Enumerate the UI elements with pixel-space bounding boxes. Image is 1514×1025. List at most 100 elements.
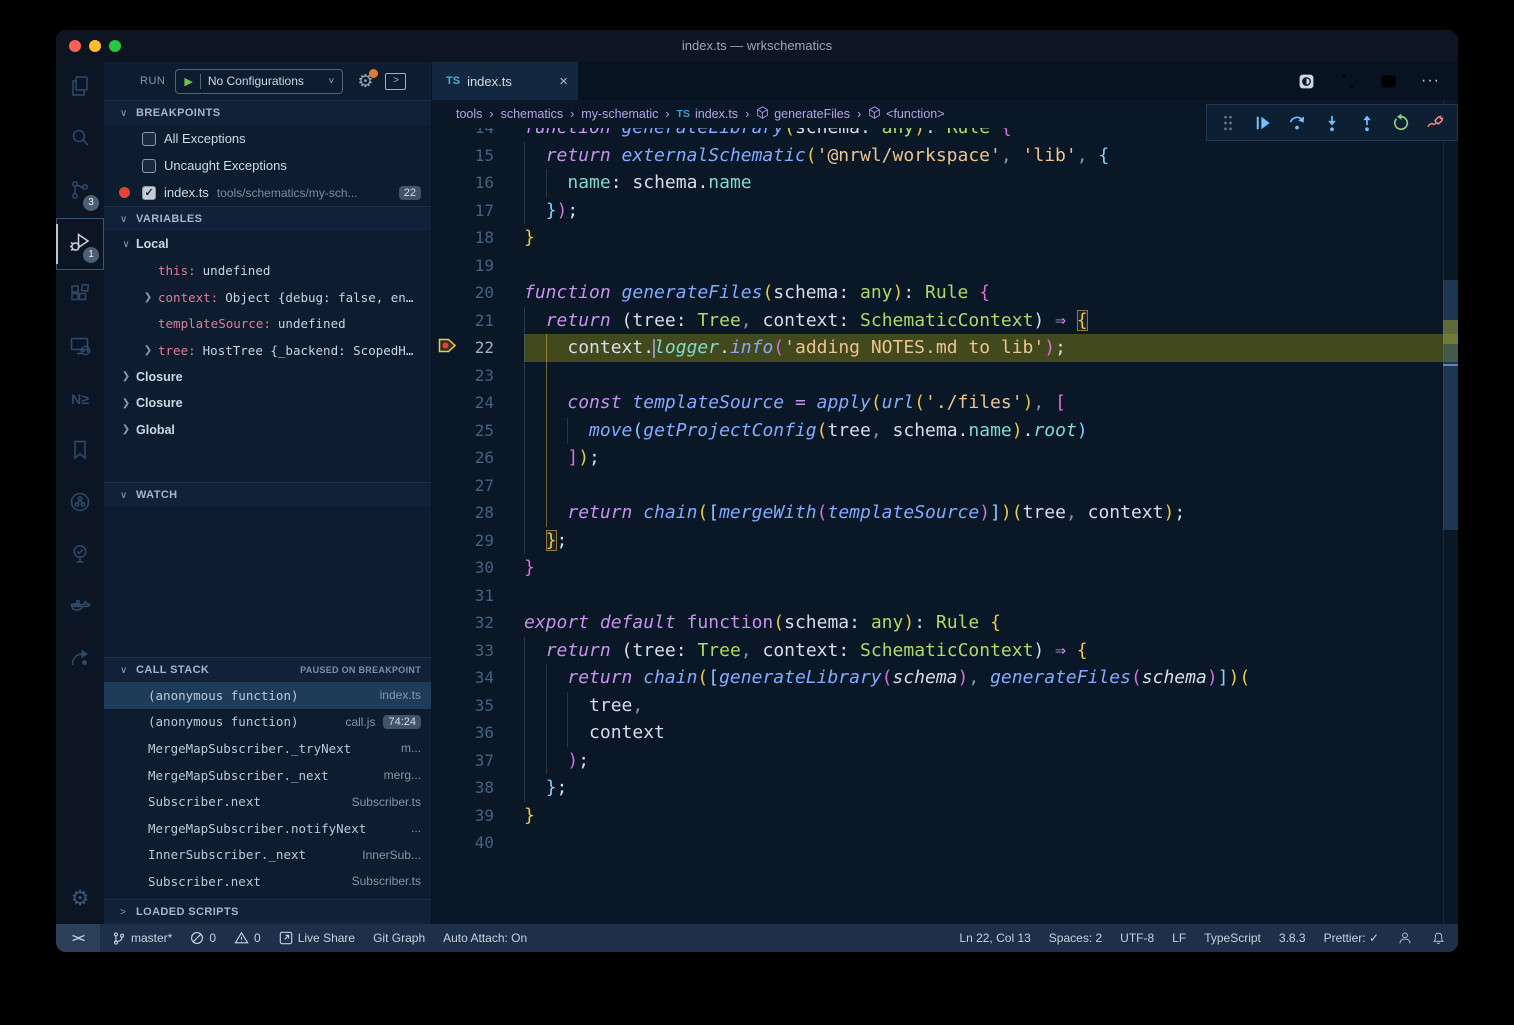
launch-configuration-dropdown[interactable]: ▶ No Configurations ˅ [175,69,343,94]
more-actions-icon[interactable]: ··· [1421,72,1440,90]
gutter[interactable]: 24 [432,389,524,417]
gutter[interactable]: 15 [432,142,524,170]
activity-item-search[interactable] [56,114,104,166]
split-editor-icon[interactable] [1380,73,1397,90]
gutter[interactable]: 28 [432,499,524,527]
drag-handle-icon[interactable] [1213,108,1243,138]
code-editor[interactable]: 14function generateLibrary(schema: any):… [432,100,1458,924]
gutter[interactable]: 29 [432,527,524,555]
status-item-eol[interactable]: LF [1172,931,1186,945]
remote-indicator[interactable]: >< [56,924,100,952]
activity-item-source-control[interactable]: 3 [56,166,104,218]
breakpoint-row[interactable]: index.tstools/schematics/my-sch...22 [104,179,431,206]
gutter[interactable]: 16 [432,169,524,197]
breakpoint-row[interactable]: Uncaught Exceptions [104,152,431,179]
breadcrumb-item[interactable]: tools [456,107,482,121]
activity-item-docker[interactable] [56,582,104,634]
gutter[interactable]: 33 [432,637,524,665]
gutter[interactable]: 40 [432,829,524,857]
open-changes-icon[interactable] [1298,73,1315,90]
stack-frame-row[interactable]: MergeMapSubscriber._nextmerg... [104,762,431,789]
gutter[interactable]: 35 [432,692,524,720]
status-item-cursor-position[interactable]: Ln 22, Col 13 [959,931,1030,945]
watch-section-header[interactable]: ∨ WATCH [104,482,431,507]
gutter[interactable]: 22 [432,334,524,362]
gutter[interactable]: 39 [432,802,524,830]
gutter[interactable]: 32 [432,609,524,637]
variable-row[interactable]: ❯Closure [104,390,431,417]
status-item-git-graph[interactable]: Git Graph [373,931,425,945]
status-item-indentation[interactable]: Spaces: 2 [1049,931,1102,945]
status-item-notifications[interactable] [1431,931,1446,946]
step-into-button[interactable] [1317,108,1347,138]
disconnect-button[interactable] [1421,108,1451,138]
activity-item-remote-explorer[interactable] [56,322,104,374]
close-tab-icon[interactable]: × [559,73,568,90]
breadcrumb-item[interactable]: generateFiles [756,106,850,122]
breadcrumb-item[interactable]: schematics [501,107,564,121]
status-item-live-share[interactable]: Live Share [279,931,355,945]
status-item-feedback[interactable] [1397,930,1413,946]
gutter[interactable]: 38 [432,774,524,802]
loaded-scripts-section-header[interactable]: > LOADED SCRIPTS [104,899,431,924]
activity-item-todo-tree[interactable] [56,530,104,582]
call-stack-section-header[interactable]: ∨ CALL STACK PAUSED ON BREAKPOINT [104,657,431,682]
gutter[interactable]: 36 [432,719,524,747]
breakpoint-checkbox[interactable] [142,159,156,173]
step-over-button[interactable] [1282,108,1312,138]
breakpoint-checkbox[interactable] [142,186,156,200]
variable-row[interactable]: ❯tree:HostTree {_backend: ScopedH… [104,337,431,364]
status-item-auto-attach[interactable]: Auto Attach: On [443,931,527,945]
tab-index-ts[interactable]: TS index.ts × [432,62,578,100]
status-item-warnings[interactable]: 0 [234,931,261,945]
activity-item-extensions[interactable] [56,270,104,322]
gutter[interactable]: 30 [432,554,524,582]
debug-console-icon[interactable]: > [385,73,406,90]
breadcrumb-item[interactable]: TSindex.ts [677,107,739,121]
variable-row[interactable]: ❯context:Object {debug: false, en… [104,284,431,311]
gutter[interactable]: 21 [432,307,524,335]
status-item-errors[interactable]: 0 [190,931,216,945]
stack-frame-row[interactable]: (anonymous function)call.js74:24 [104,709,431,736]
gutter[interactable]: 18 [432,224,524,252]
status-item-language-mode[interactable]: TypeScript [1204,931,1261,945]
gutter[interactable]: 34 [432,664,524,692]
step-out-button[interactable] [1352,108,1382,138]
activity-item-run-and-debug[interactable]: 1 [56,218,104,270]
scrollbar-slider[interactable] [1443,280,1458,530]
gutter[interactable]: 31 [432,582,524,610]
activity-item-bookmarks[interactable] [56,426,104,478]
gutter[interactable]: 25 [432,417,524,445]
activity-item-git-history[interactable] [56,478,104,530]
gutter[interactable]: 37 [432,747,524,775]
activity-item-explorer[interactable] [56,62,104,114]
breadcrumb-item[interactable]: <function> [868,106,944,122]
activity-item-settings[interactable]: ⚙ [56,872,104,924]
configure-gear-icon[interactable]: ⚙ [357,71,373,92]
variable-row[interactable]: ❯Global [104,417,431,444]
variable-row[interactable]: templateSource:undefined [104,311,431,338]
stack-frame-row[interactable]: Subscriber.nextSubscriber.ts [104,788,431,815]
gutter[interactable]: 23 [432,362,524,390]
restart-button[interactable] [1386,108,1416,138]
stack-frame-row[interactable]: InnerSubscriber._nextInnerSub... [104,842,431,869]
activity-item-nx-console[interactable]: N≥ [56,374,104,426]
gutter[interactable]: 27 [432,472,524,500]
start-debug-icon[interactable]: ▶ [184,75,192,88]
breakpoints-section-header[interactable]: ∨ BREAKPOINTS [104,100,431,125]
breadcrumb-item[interactable]: my-schematic [581,107,658,121]
activity-item-share[interactable] [56,634,104,686]
gutter[interactable]: 17 [432,197,524,225]
status-item-encoding[interactable]: UTF-8 [1120,931,1154,945]
status-item-git-branch[interactable]: master* [112,931,172,946]
variable-row[interactable]: ∨Local [104,231,431,258]
variables-section-header[interactable]: ∨ VARIABLES [104,206,431,231]
gutter[interactable]: 20 [432,279,524,307]
stack-frame-row[interactable]: MergeMapSubscriber._tryNextm... [104,735,431,762]
variable-row[interactable]: ❯Closure [104,364,431,391]
gutter[interactable]: 26 [432,444,524,472]
status-item-ts-version[interactable]: 3.8.3 [1279,931,1306,945]
gutter[interactable]: 19 [432,252,524,280]
stack-frame-row[interactable]: MergeMapSubscriber.notifyNext... [104,815,431,842]
breakpoint-row[interactable]: All Exceptions [104,125,431,152]
